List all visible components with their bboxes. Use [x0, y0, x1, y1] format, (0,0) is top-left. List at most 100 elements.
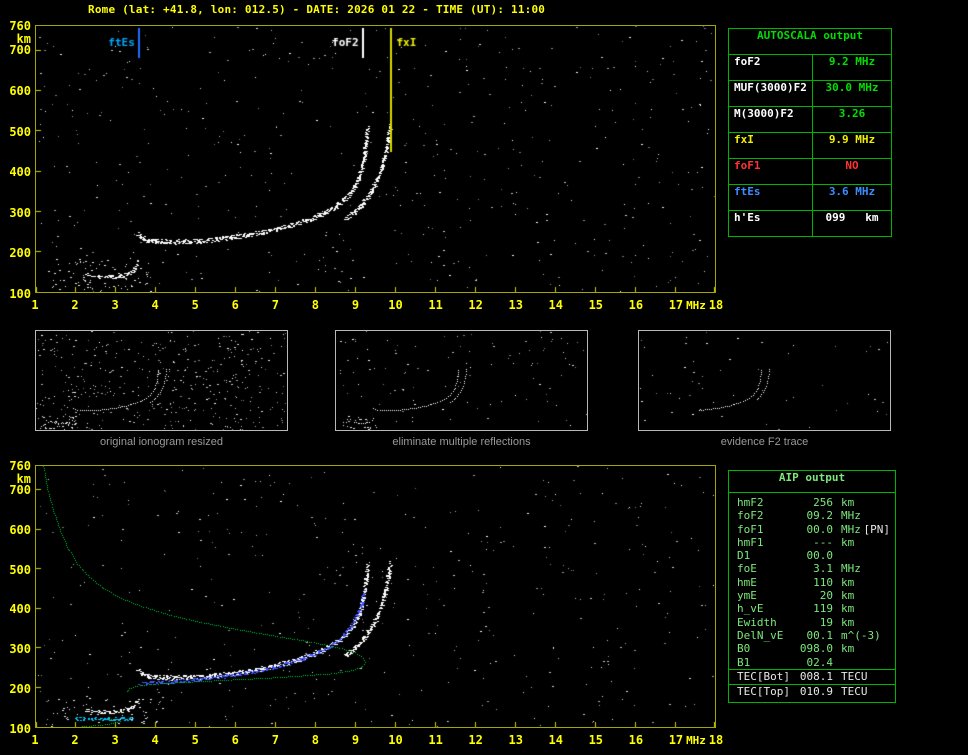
aip-value: 19 [819, 615, 833, 629]
aip-note: [PN] [863, 522, 891, 536]
thumbnail-f2-trace-canvas [639, 331, 890, 430]
x-tick-label: 17 [668, 298, 684, 312]
thumbnail-caption-cleaned: eliminate multiple reflections [392, 436, 531, 448]
x-tick-label: 2 [71, 298, 79, 312]
aip-unit: m^(-3) [841, 628, 881, 642]
aip-unit: km [841, 615, 855, 629]
x-tick-label: 6 [231, 733, 239, 747]
main-ionogram-plot [35, 25, 716, 293]
main-ionogram-canvas [36, 26, 715, 292]
autoscala-value: 30.0 MHz [825, 81, 879, 94]
y-tick-label: 100 [9, 287, 31, 301]
aip-rows: hmF2 256 km foF2 09.2 MHz foF1 00.0 MHz [PN] hmF1-… [729, 493, 895, 699]
x-tick-label: 12 [468, 733, 483, 747]
x-tick-label: 5 [191, 298, 199, 312]
aip-value: 119 [813, 602, 833, 616]
aip-value: 010.9 [799, 684, 833, 698]
y-tick-label: 300 [9, 642, 31, 657]
aip-value: 256 [813, 496, 833, 509]
y-tick-label: 100 [9, 722, 31, 736]
autoscala-row: MUF(3000)F2 30.0 MHz [729, 80, 891, 106]
aip-row: foF2 09.2 MHz [729, 509, 895, 522]
aip-parameter: B1 [737, 655, 751, 669]
aip-value: 09.2 [806, 509, 834, 523]
thumbnail-cleaned-canvas [336, 331, 587, 430]
station-title: Rome (lat: +41.8, lon: 012.5) - DATE: 20… [88, 3, 546, 16]
x-tick-label: 15 [588, 298, 604, 312]
x-tick-label: 14 [548, 733, 563, 747]
x-tick-label: 17 [668, 733, 684, 747]
aip-row: DelN_vE 00.1 m^(-3) [729, 629, 895, 642]
thumbnail-original-ionogram [35, 330, 288, 431]
x-tick-label: 6 [231, 298, 239, 312]
y-tick-label: 400 [9, 165, 31, 180]
aip-parameter: foE [737, 562, 757, 576]
x-tick-label: 7 [271, 298, 279, 312]
autoscala-rows: foF2 9.2 MHz MUF(3000)F2 30.0 MHz M(3000)F2 3… [729, 54, 891, 236]
autoscala-parameter: MUF(3000)F2 [729, 81, 813, 106]
autoscala-value: 9.9 MHz [828, 133, 876, 146]
autoscala-parameter: h'Es [729, 211, 813, 236]
aip-row: B1 02.4 [729, 656, 895, 669]
thumbnail-cleaned-ionogram [335, 330, 588, 431]
autoscala-row: foF1 NO [729, 158, 891, 184]
autoscala-parameter: fxI [729, 133, 813, 158]
autoscala-value: 9.2 MHz [828, 55, 876, 68]
x-tick-label: 8 [311, 298, 320, 312]
x-tick-label: 16 [628, 298, 644, 312]
aip-unit: km [841, 589, 855, 603]
aip-row: B0 098.0 km [729, 642, 895, 655]
aip-value: 20 [819, 589, 833, 603]
aip-unit: TECU [841, 684, 868, 698]
y-tick-label: 600 [9, 522, 31, 537]
aip-value: 3.1 [813, 562, 833, 576]
aip-value: 110 [813, 575, 833, 589]
aip-parameter: TEC[Top] [737, 684, 790, 698]
x-tick-label: 2 [71, 733, 79, 747]
autoscala-title: AUTOSCALA output [757, 29, 863, 42]
x-tick-label: 15 [588, 733, 604, 747]
aip-parameter: hmF1 [737, 535, 764, 549]
aip-unit: MHz [841, 522, 861, 536]
aip-row: D1 00.0 [729, 549, 895, 562]
aip-unit: km [841, 575, 855, 589]
x-axis-unit: MHz [686, 734, 706, 747]
aip-row: ymE 20 km [729, 589, 895, 602]
profile-ionogram-canvas [36, 466, 715, 727]
autoscala-value: 3.26 [838, 107, 866, 120]
autoscala-parameter: ftEs [729, 185, 813, 210]
thumbnail-original-canvas [36, 331, 287, 430]
x-tick-label: 13 [508, 733, 523, 747]
x-tick-label: 4 [151, 733, 159, 747]
aip-unit: MHz [841, 509, 861, 523]
autoscala-app-screen: Rome (lat: +41.8, lon: 012.5) - DATE: 20… [0, 0, 968, 755]
aip-parameter: hmF2 [737, 496, 764, 509]
y-tick-label: 500 [9, 124, 31, 139]
autoscala-output-panel: AUTOSCALA output foF2 9.2 MHz MUF(3000)F2 3… [728, 28, 892, 237]
aip-row: hmE 110 km [729, 576, 895, 589]
x-tick-label: 18 [708, 733, 724, 747]
aip-value: 02.4 [806, 655, 834, 669]
x-tick-label: 11 [428, 733, 443, 747]
y-axis-unit: km [16, 32, 31, 46]
thumbnail-caption-f2-trace: evidence F2 trace [720, 436, 809, 448]
autoscala-row: h'Es 099 km [729, 210, 891, 236]
aip-parameter: TEC[Bot] [737, 669, 790, 683]
x-tick-label: 8 [311, 733, 320, 747]
aip-unit: TECU [841, 669, 868, 683]
aip-parameter: hmE [737, 575, 757, 589]
aip-row: TEC[Bot] 008.1 TECU [729, 668, 895, 684]
x-tick-label: 1 [31, 298, 39, 312]
x-tick-label: 11 [428, 298, 443, 312]
autoscala-row: foF2 9.2 MHz [729, 54, 891, 80]
aip-row: h_vE 119 km [729, 602, 895, 615]
x-tick-label: 4 [151, 298, 159, 312]
aip-value: 008.1 [799, 669, 833, 683]
aip-unit: km [841, 602, 855, 616]
y-tick-label: 760 [9, 19, 31, 33]
y-tick-label: 500 [9, 562, 31, 577]
aip-row: foF1 00.0 MHz [PN] [729, 523, 895, 536]
aip-parameter: ymE [737, 589, 757, 603]
aip-parameter: DelN_vE [737, 628, 784, 642]
x-tick-label: 9 [351, 733, 360, 747]
